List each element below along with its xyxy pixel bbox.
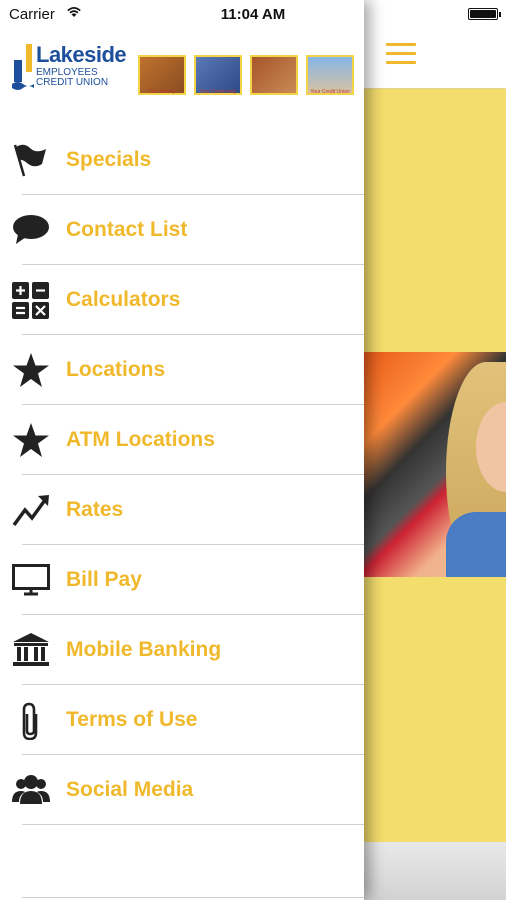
clock: 11:04 AM: [220, 6, 286, 23]
side-menu-drawer: Lakeside EMPLOYEES CREDIT UNION Your Mon…: [0, 0, 364, 900]
menu-item-label: Terms of Use: [66, 708, 198, 731]
battery-icon: [468, 8, 501, 20]
logo-name: Lakeside: [36, 42, 127, 67]
menu-item-label: Contact List: [66, 218, 188, 241]
flag-icon: [12, 142, 50, 178]
logo-line2: CREDIT UNION: [36, 77, 109, 88]
hamburger-line: [386, 52, 416, 55]
banner-building: [250, 55, 298, 95]
bottom-bar: [364, 842, 506, 900]
star-icon: [12, 352, 50, 388]
hamburger-line: [386, 61, 416, 64]
photo-shirt: [446, 512, 506, 577]
menu-item-rates[interactable]: Rates: [0, 475, 364, 545]
banner-caption: Your Community: [199, 89, 237, 95]
content-panel: [364, 0, 506, 900]
hamburger-icon: [386, 43, 416, 46]
star-icon: [12, 422, 50, 458]
menu-item-calculators[interactable]: Calculators: [0, 265, 364, 335]
users-icon: [12, 772, 50, 808]
menu-item-atm-locations[interactable]: ATM Locations: [0, 405, 364, 475]
menu-item-terms-of-use[interactable]: Terms of Use: [0, 685, 364, 755]
bank-icon: [12, 632, 50, 668]
menu-item-label: Social Media: [66, 778, 194, 801]
menu-item-mobile-banking[interactable]: Mobile Banking: [0, 615, 364, 685]
menu-item-contact-list[interactable]: Contact List: [0, 195, 364, 265]
menu-item-label: Specials: [66, 148, 152, 171]
lakeside-logo: Lakeside EMPLOYEES CREDIT UNION: [12, 42, 134, 98]
menu-item-label: ATM Locations: [66, 428, 215, 451]
banner-caption: Your Money: [148, 89, 176, 95]
banner-your-community: Your Community: [194, 55, 242, 95]
logo-subtitle: EMPLOYEES CREDIT UNION: [36, 68, 108, 88]
menu-item-label: Mobile Banking: [66, 638, 222, 661]
logo-mark-icon: [12, 44, 34, 90]
menu-item-label: Rates: [66, 498, 124, 521]
menu-item-label: Bill Pay: [66, 568, 142, 591]
menu-item-locations[interactable]: Locations: [0, 335, 364, 405]
divider: [22, 897, 364, 898]
paperclip-icon: [12, 702, 50, 741]
menu-item-specials[interactable]: Specials: [0, 125, 364, 195]
trending-up-icon: [12, 492, 50, 528]
calculator-icon: [12, 282, 50, 319]
banner-your-credit-union: Your Credit Union: [306, 55, 354, 95]
menu-toggle-button[interactable]: [386, 43, 416, 67]
menu-item-social-media[interactable]: Social Media: [0, 755, 364, 825]
status-bar: Carrier 11:04 AM: [0, 0, 506, 30]
banner-your-money: Your Money: [138, 55, 186, 95]
side-menu: Specials Contact List Calculators Locati…: [0, 125, 364, 825]
speech-bubble-icon: [12, 212, 50, 248]
divider: [22, 824, 364, 825]
menu-item-label: Calculators: [66, 288, 181, 311]
banner-caption: Your Credit Union: [310, 89, 350, 95]
menu-item-bill-pay[interactable]: Bill Pay: [0, 545, 364, 615]
monitor-icon: [12, 562, 50, 598]
promo-photo[interactable]: [364, 352, 506, 577]
menu-item-label: Locations: [66, 358, 166, 381]
